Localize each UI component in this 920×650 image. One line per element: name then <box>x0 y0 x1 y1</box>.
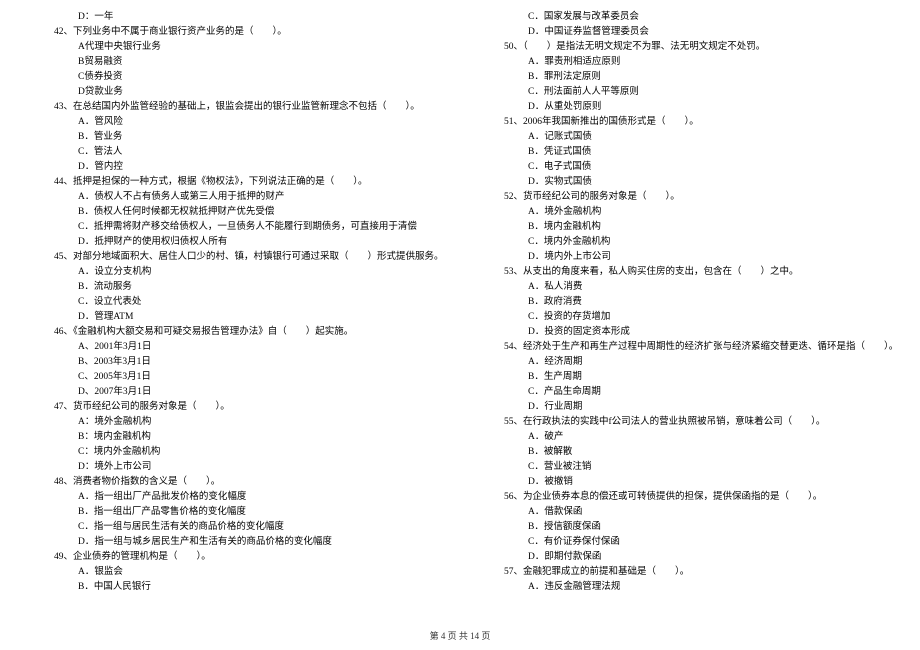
option-line: B．管业务 <box>30 130 440 145</box>
option-line: C．设立代表处 <box>30 295 440 310</box>
option-line: B．流动服务 <box>30 280 440 295</box>
option-line: C．产品生命周期 <box>480 385 890 400</box>
option-line: B．生产周期 <box>480 370 890 385</box>
option-line: A．罪责刑相适应原则 <box>480 55 890 70</box>
question-line: 51、2006年我国新推出的国债形式是（ ）。 <box>480 115 890 130</box>
question-line: 45、对部分地域面积大、居住人口少的村、镇，村镇银行可通过采取（ ）形式提供服务… <box>30 250 440 265</box>
option-line: A．境外金融机构 <box>480 205 890 220</box>
question-line: 56、为企业债券本息的偿还或可转债提供的担保，提供保函指的是（ ）。 <box>480 490 890 505</box>
option-line: A．违反金融管理法规 <box>480 580 890 595</box>
option-line: A．记账式国债 <box>480 130 890 145</box>
option-line: D、2007年3月1日 <box>30 385 440 400</box>
question-line: 46、《金融机构大额交易和可疑交易报告管理办法》自（ ）起实施。 <box>30 325 440 340</box>
option-line: B：境内金融机构 <box>30 430 440 445</box>
option-line: A：境外金融机构 <box>30 415 440 430</box>
option-line: A．设立分支机构 <box>30 265 440 280</box>
option-line: B．债权人任何时候都无权就抵押财产优先受偿 <box>30 205 440 220</box>
left-column: D：一年42、下列业务中不属于商业银行资产业务的是（ ）。A代理中央银行业务B贸… <box>30 10 460 595</box>
option-line: B．中国人民银行 <box>30 580 440 595</box>
option-line: C．抵押需将财产移交给债权人，一旦债务人不能履行到期债务，可直接用于清偿 <box>30 220 440 235</box>
option-line: C：境内外金融机构 <box>30 445 440 460</box>
question-line: 48、消费者物价指数的含义是（ ）。 <box>30 475 440 490</box>
option-line: D：境外上市公司 <box>30 460 440 475</box>
option-line: A．破产 <box>480 430 890 445</box>
option-line: C．国家发展与改革委员会 <box>480 10 890 25</box>
option-line: A．借款保函 <box>480 505 890 520</box>
option-line: D．即期付款保函 <box>480 550 890 565</box>
option-line: A．指一组出厂产品批发价格的变化幅度 <box>30 490 440 505</box>
option-line: A．管风险 <box>30 115 440 130</box>
option-line: B贸易融资 <box>30 55 440 70</box>
option-line: C．刑法面前人人平等原则 <box>480 85 890 100</box>
question-line: 50、（ ）是指法无明文规定不为罪、法无明文规定不处罚。 <box>480 40 890 55</box>
option-line: A．债权人不占有债务人或第三人用于抵押的财产 <box>30 190 440 205</box>
question-line: 54、经济处于生产和再生产过程中周期性的经济扩张与经济紧缩交替更迭、循环是指（ … <box>480 340 890 355</box>
option-line: C、2005年3月1日 <box>30 370 440 385</box>
option-line: B．境内金融机构 <box>480 220 890 235</box>
option-line: D．管内控 <box>30 160 440 175</box>
option-line: D．管理ATM <box>30 310 440 325</box>
option-line: D：一年 <box>30 10 440 25</box>
option-line: B．被解散 <box>480 445 890 460</box>
option-line: A．银监会 <box>30 565 440 580</box>
option-line: B．凭证式国债 <box>480 145 890 160</box>
question-line: 47、货币经纪公司的服务对象是（ ）。 <box>30 400 440 415</box>
question-line: 43、在总结国内外监管经验的基础上，银监会提出的银行业监管新理念不包括（ ）。 <box>30 100 440 115</box>
question-line: 42、下列业务中不属于商业银行资产业务的是（ ）。 <box>30 25 440 40</box>
option-line: B．政府消费 <box>480 295 890 310</box>
option-line: D．投资的固定资本形成 <box>480 325 890 340</box>
option-line: D．被撤销 <box>480 475 890 490</box>
question-line: 52、货币经纪公司的服务对象是（ ）。 <box>480 190 890 205</box>
option-line: D贷款业务 <box>30 85 440 100</box>
option-line: D．从重处罚原则 <box>480 100 890 115</box>
option-line: A、2001年3月1日 <box>30 340 440 355</box>
question-line: 49、企业债券的管理机构是（ ）。 <box>30 550 440 565</box>
question-line: 53、从支出的角度来看，私人购买住房的支出，包含在（ ）之中。 <box>480 265 890 280</box>
option-line: D．指一组与城乡居民生产和生活有关的商品价格的变化幅度 <box>30 535 440 550</box>
option-line: C．管法人 <box>30 145 440 160</box>
option-line: D．行业周期 <box>480 400 890 415</box>
option-line: B．授信额度保函 <box>480 520 890 535</box>
option-line: D．实物式国债 <box>480 175 890 190</box>
option-line: C．营业被注销 <box>480 460 890 475</box>
option-line: D．境内外上市公司 <box>480 250 890 265</box>
option-line: C债券投资 <box>30 70 440 85</box>
option-line: B．指一组出厂产品零售价格的变化幅度 <box>30 505 440 520</box>
option-line: C．指一组与居民生活有关的商品价格的变化幅度 <box>30 520 440 535</box>
option-line: B．罪刑法定原则 <box>480 70 890 85</box>
right-column: C．国家发展与改革委员会D．中国证券监督管理委员会50、（ ）是指法无明文规定不… <box>460 10 890 595</box>
option-line: D．中国证券监督管理委员会 <box>480 25 890 40</box>
option-line: C．投资的存货增加 <box>480 310 890 325</box>
option-line: C．境内外金融机构 <box>480 235 890 250</box>
option-line: D．抵押财产的使用权归债权人所有 <box>30 235 440 250</box>
option-line: A．私人消费 <box>480 280 890 295</box>
option-line: A．经济周期 <box>480 355 890 370</box>
option-line: C．有价证券保付保函 <box>480 535 890 550</box>
option-line: B、2003年3月1日 <box>30 355 440 370</box>
page-footer: 第 4 页 共 14 页 <box>0 629 920 642</box>
exam-page: D：一年42、下列业务中不属于商业银行资产业务的是（ ）。A代理中央银行业务B贸… <box>0 0 920 595</box>
question-line: 55、在行政执法的实践中f公司法人的营业执照被吊销，意味着公司（ ）。 <box>480 415 890 430</box>
option-line: A代理中央银行业务 <box>30 40 440 55</box>
option-line: C．电子式国债 <box>480 160 890 175</box>
question-line: 57、金融犯罪成立的前提和基础是（ ）。 <box>480 565 890 580</box>
question-line: 44、抵押是担保的一种方式，根据《物权法》，下列说法正确的是（ ）。 <box>30 175 440 190</box>
